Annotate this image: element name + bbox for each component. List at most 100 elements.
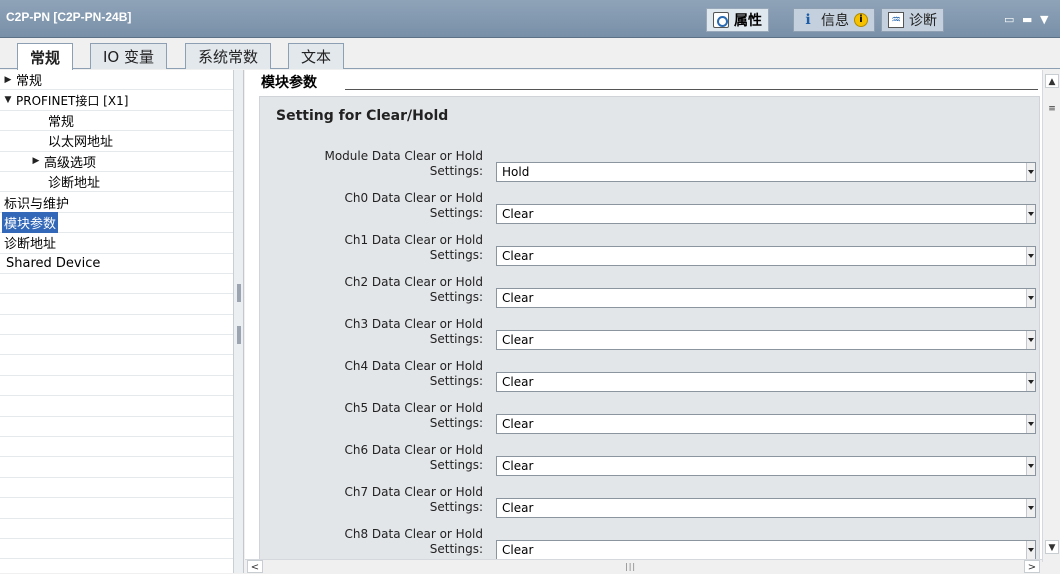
select-value: Hold [502,165,530,179]
dropdown-arrow-icon[interactable] [1026,247,1035,265]
section-title: 模块参数 [261,75,317,91]
tab-texts[interactable]: 文本 [288,43,345,69]
ch7-clear-hold-select[interactable]: Clear [496,498,1036,518]
tab-diagnostics-label: 诊断 [909,13,937,29]
tree-item-profinet-interface[interactable]: ▼ PROFINET接口 [X1] [0,90,233,111]
module-clear-hold-select[interactable]: Hold [496,162,1036,182]
scroll-up-icon[interactable]: ▲ [1045,74,1059,88]
select-value: Clear [502,375,534,389]
ch3-clear-hold-select[interactable]: Clear [496,330,1036,350]
ch0-clear-hold-select[interactable]: Clear [496,204,1036,224]
tree-item-interface-general[interactable]: 常规 [0,111,233,132]
select-value: Clear [502,291,534,305]
tree-item-general[interactable]: ▶ 常规 [0,70,233,91]
minimize-icon[interactable]: ▬ [1022,13,1032,26]
tree-item-shared-device[interactable]: Shared Device [0,254,233,274]
ch1-clear-hold-select[interactable]: Clear [496,246,1036,266]
param-label-line: Settings: [429,374,483,388]
tree-item-label: 高级选项 [44,155,97,171]
ch5-clear-hold-select[interactable]: Clear [496,414,1036,434]
collapse-arrow-icon[interactable]: ▼ [2,95,14,105]
param-label-ch1: Ch1 Data Clear or Hold Settings: [344,233,483,263]
tree-item-interface-diag-address[interactable]: 诊断地址 [0,172,233,193]
tree-empty-row [0,519,233,539]
select-value: Clear [502,543,534,557]
param-label-line: Settings: [429,500,483,514]
scroll-left-icon[interactable]: < [247,560,263,573]
tree-empty-row [0,498,233,519]
dropdown-arrow-icon[interactable] [1026,457,1035,475]
tree-item-module-parameters[interactable]: 模块参数 [0,211,233,234]
tab-properties-label: 属性 [734,13,762,29]
tab-general[interactable]: 常规 [17,43,74,70]
tree-empty-row [0,335,233,356]
content-pane: 模块参数 Setting for Clear/Hold Module Data … [245,70,1042,566]
param-label-line: Ch7 Data Clear or Hold [344,485,483,499]
scroll-grip-icon[interactable]: ≡ [1045,102,1059,116]
diagnostics-icon: ♒ [888,12,904,28]
horizontal-scrollbar[interactable]: < ||| > [245,559,1042,573]
param-label-line: Settings: [429,416,483,430]
param-label-line: Ch8 Data Clear or Hold [344,527,483,541]
param-label-line: Ch0 Data Clear or Hold [344,191,483,205]
restore-icon[interactable]: ▭ [1004,13,1014,26]
dropdown-arrow-icon[interactable] [1026,289,1035,307]
expand-arrow-icon[interactable]: ▶ [30,156,42,166]
tree-item-label: 诊断地址 [48,176,101,192]
dropdown-arrow-icon[interactable] [1026,205,1035,223]
scroll-right-icon[interactable]: > [1024,560,1040,573]
scroll-grip-icon[interactable]: ||| [625,562,636,571]
select-value: Clear [502,249,534,263]
ch4-clear-hold-select[interactable]: Clear [496,372,1036,392]
tab-info-label: 信息 [821,13,849,29]
dropdown-arrow-icon[interactable] [1026,541,1035,559]
tab-texts-label: 文本 [301,48,332,66]
collapse-left-handle[interactable] [237,284,241,302]
tree-item-advanced-options[interactable]: ▶ 高级选项 [0,152,233,172]
ch2-clear-hold-select[interactable]: Clear [496,288,1036,308]
dropdown-arrow-icon[interactable] [1026,331,1035,349]
properties-icon [713,12,729,28]
param-label-line: Settings: [429,248,483,262]
tree-empty-row [0,478,233,499]
param-label-ch4: Ch4 Data Clear or Hold Settings: [344,359,483,389]
dropdown-arrow-icon[interactable] [1026,499,1035,517]
param-label-line: Ch1 Data Clear or Hold [344,233,483,247]
ch8-clear-hold-select[interactable]: Clear [496,540,1036,560]
section-divider [345,89,1038,90]
expand-arrow-icon[interactable]: ▶ [2,75,14,85]
expand-right-handle[interactable] [237,326,241,344]
dropdown-arrow-icon[interactable] [1026,373,1035,391]
tree-item-label: Shared Device [6,255,101,271]
tab-properties[interactable]: 属性 [706,8,769,32]
dropdown-arrow-icon[interactable] [1026,415,1035,433]
panel-splitter[interactable] [234,70,244,573]
tree-item-ethernet-address[interactable]: 以太网地址 [0,131,233,152]
tree-item-label: 常规 [48,114,75,130]
param-label-line: Ch5 Data Clear or Hold [344,401,483,415]
param-label-ch6: Ch6 Data Clear or Hold Settings: [344,443,483,473]
param-label-line: Ch6 Data Clear or Hold [344,443,483,457]
tree-item-diag-address[interactable]: 诊断地址 [0,233,233,254]
ch6-clear-hold-select[interactable]: Clear [496,456,1036,476]
vertical-scrollbar[interactable]: ▲ ≡ ▼ [1042,70,1060,562]
tree-item-label: PROFINET接口 [X1] [16,93,129,108]
param-label-module: Module Data Clear or Hold Settings: [324,149,483,179]
tab-diagnostics[interactable]: ♒ 诊断 [881,8,944,32]
scroll-down-icon[interactable]: ▼ [1045,540,1059,554]
dropdown-arrow-icon[interactable] [1026,163,1035,181]
select-value: Clear [502,417,534,431]
chevron-down-icon[interactable]: ▼ [1040,13,1048,26]
info-badge-icon: i [854,13,868,27]
tab-info[interactable]: ℹ 信息 i [793,8,875,32]
tree-empty-row [0,417,233,438]
tab-system-constants[interactable]: 系统常数 [185,43,272,69]
param-label-ch7: Ch7 Data Clear or Hold Settings: [344,485,483,515]
param-label-line: Settings: [429,290,483,304]
tree-item-identification[interactable]: 标识与维护 [0,192,233,213]
info-icon: ℹ [805,12,811,28]
tree-empty-row [0,315,233,336]
tab-io-tags[interactable]: IO 变量 [90,43,167,69]
param-label-ch2: Ch2 Data Clear or Hold Settings: [344,275,483,305]
group-title: Setting for Clear/Hold [276,108,449,124]
